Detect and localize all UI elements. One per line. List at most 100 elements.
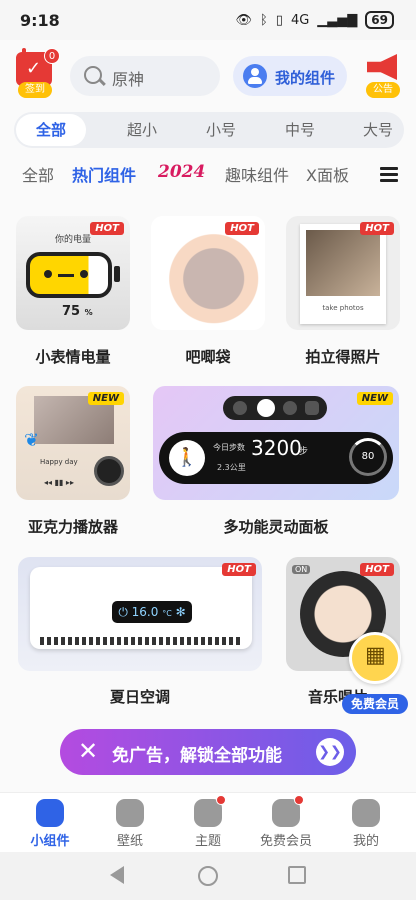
hot-badge: HOT (222, 563, 256, 576)
megaphone-icon (367, 54, 397, 80)
distance-value: 2.3公里 (217, 463, 246, 472)
size-small[interactable]: 小号 (185, 112, 257, 148)
ac-unit-image: ⏻ 16.0 °C ✻ (30, 567, 252, 649)
shirt-icon (194, 795, 226, 827)
hot-badge: HOT (360, 563, 394, 576)
snowflake-icon: ✻ (175, 605, 186, 619)
walking-icon: 🚶 (169, 440, 205, 476)
card-title: 夏日空调 (109, 688, 170, 706)
wallpaper-icon (116, 799, 144, 827)
steps-unit: 步 (299, 447, 309, 457)
widget-card-badge-bag[interactable]: HOT (151, 216, 265, 330)
signin-button[interactable]: 0 签到 (14, 48, 60, 100)
battery-unit: % (84, 308, 93, 317)
home-icon[interactable] (198, 866, 218, 886)
tab-hot-widgets[interactable]: 热门组件 (72, 162, 136, 186)
nav-widgets[interactable]: 小组件 (10, 799, 90, 849)
status-time: 9:18 (20, 11, 60, 30)
battery-level: 69 (365, 11, 394, 29)
steps-panel: 🚶 今日步数 3200 步 2.3公里 80 (159, 432, 393, 484)
size-filter: 全部 超小 小号 中号 大号 (14, 112, 404, 148)
user-icon (243, 64, 267, 88)
promo-text: 免广告，解锁全部功能 (112, 746, 282, 766)
category-tabs: 全部 热门组件 2024 趣味组件 X面板 (0, 160, 416, 190)
nav-label: 免费会员 (259, 834, 312, 849)
ac-temp: 16.0 (131, 605, 159, 619)
widget-card-battery[interactable]: HOT 你的电量 75 % (16, 216, 130, 330)
widget-card-acrylic-player[interactable]: ❦ Happy day ◂◂ ▮▮ ▸▸ NEW (16, 386, 130, 500)
card-title: 拍立得照片 (305, 348, 381, 366)
calendar-icon (349, 632, 401, 684)
nav-label: 主题 (194, 834, 221, 849)
free-vip-label: 免费会员 (342, 694, 408, 714)
my-widgets-button[interactable]: 我的组件 (233, 56, 347, 96)
nav-label: 我的 (352, 834, 379, 849)
free-vip-float-button[interactable]: 免费会员 (342, 632, 408, 718)
nav-label: 壁纸 (116, 834, 143, 849)
tab-all[interactable]: 全部 (22, 162, 54, 186)
card-title: 吧唧袋 (185, 348, 231, 366)
puzzle-icon (36, 799, 64, 827)
new-badge: NEW (87, 392, 124, 405)
notification-dot (294, 795, 304, 805)
status-bar: 9:18 👁 ᛒ ▯ 4G ▁▃▅▇ 69 (0, 0, 416, 40)
polaroid-caption: take photos (322, 304, 364, 312)
battery-value: 75 (62, 304, 81, 319)
battery-caption: 你的电量 (54, 235, 91, 245)
vibrate-icon: ▯ (275, 12, 283, 28)
nav-free-vip[interactable]: 免费会员 (246, 795, 326, 849)
nav-wallpaper[interactable]: 壁纸 (90, 799, 170, 849)
ac-vent (40, 637, 242, 645)
card-title: 小表情电量 (35, 348, 111, 366)
hot-badge: HOT (360, 222, 394, 235)
arrow-right-icon: ❯❯ (316, 738, 344, 766)
tab-2024[interactable]: 2024 (158, 162, 205, 182)
widget-card-dynamic-panel[interactable]: 🚶 今日步数 3200 步 2.3公里 80 NEW (153, 386, 399, 500)
notice-button[interactable]: 公告 (360, 52, 404, 100)
song-title: Happy day (40, 458, 78, 466)
search-input[interactable]: 原神 (70, 56, 220, 96)
size-extra-small[interactable]: 超小 (106, 112, 178, 148)
new-badge: NEW (356, 392, 393, 405)
signal-icon: ▁▃▅▇ (317, 12, 358, 28)
battery-face-icon (26, 252, 112, 298)
close-icon[interactable]: ✕ (78, 737, 98, 765)
bluetooth-icon: ᛒ (259, 12, 268, 28)
steps-label: 今日步数 (213, 443, 245, 452)
back-icon[interactable] (110, 866, 124, 884)
nav-label: 小组件 (30, 834, 70, 849)
my-widgets-label: 我的组件 (275, 69, 336, 87)
on-tag: ON (292, 565, 311, 574)
size-all[interactable]: 全部 (16, 114, 86, 146)
search-icon (84, 66, 102, 84)
widget-card-polaroid[interactable]: take photos HOT (286, 216, 400, 330)
card-title: 亚克力播放器 (27, 518, 118, 536)
status-icons: 👁 ᛒ ▯ 4G ▁▃▅▇ 69 (235, 11, 394, 29)
top-bar: 0 签到 原神 我的组件 公告 (0, 48, 416, 106)
nav-theme[interactable]: 主题 (168, 795, 248, 849)
butterfly-icon: ❦ (24, 430, 40, 451)
size-large[interactable]: 大号 (342, 112, 414, 148)
crown-icon (272, 795, 304, 827)
nav-me[interactable]: 我的 (326, 799, 406, 849)
steps-value: 3200 (251, 436, 302, 460)
panel-mode-switcher (223, 396, 327, 420)
search-placeholder: 原神 (112, 70, 145, 89)
widget-card-air-conditioner[interactable]: ⏻ 16.0 °C ✻ HOT (18, 557, 262, 671)
profile-icon (352, 799, 380, 827)
menu-icon[interactable] (380, 167, 398, 182)
remove-ads-banner[interactable]: ✕ 免广告，解锁全部功能 ❯❯ (60, 729, 356, 775)
portrait-photo (306, 230, 380, 296)
eye-icon: 👁 (235, 12, 252, 28)
tab-x-panel[interactable]: X面板 (306, 162, 349, 186)
recents-icon[interactable] (288, 866, 306, 884)
hot-badge: HOT (225, 222, 259, 235)
signin-label: 签到 (18, 82, 52, 98)
signin-badge: 0 (44, 48, 60, 64)
playback-controls-icon: ◂◂ ▮▮ ▸▸ (44, 478, 74, 487)
ac-display: ⏻ 16.0 °C ✻ (112, 601, 192, 623)
vinyl-disc-icon (94, 456, 124, 486)
bottom-navigation: 小组件 壁纸 主题 免费会员 我的 (0, 792, 416, 852)
tab-fun-widgets[interactable]: 趣味组件 (225, 162, 289, 186)
size-medium[interactable]: 中号 (264, 112, 336, 148)
